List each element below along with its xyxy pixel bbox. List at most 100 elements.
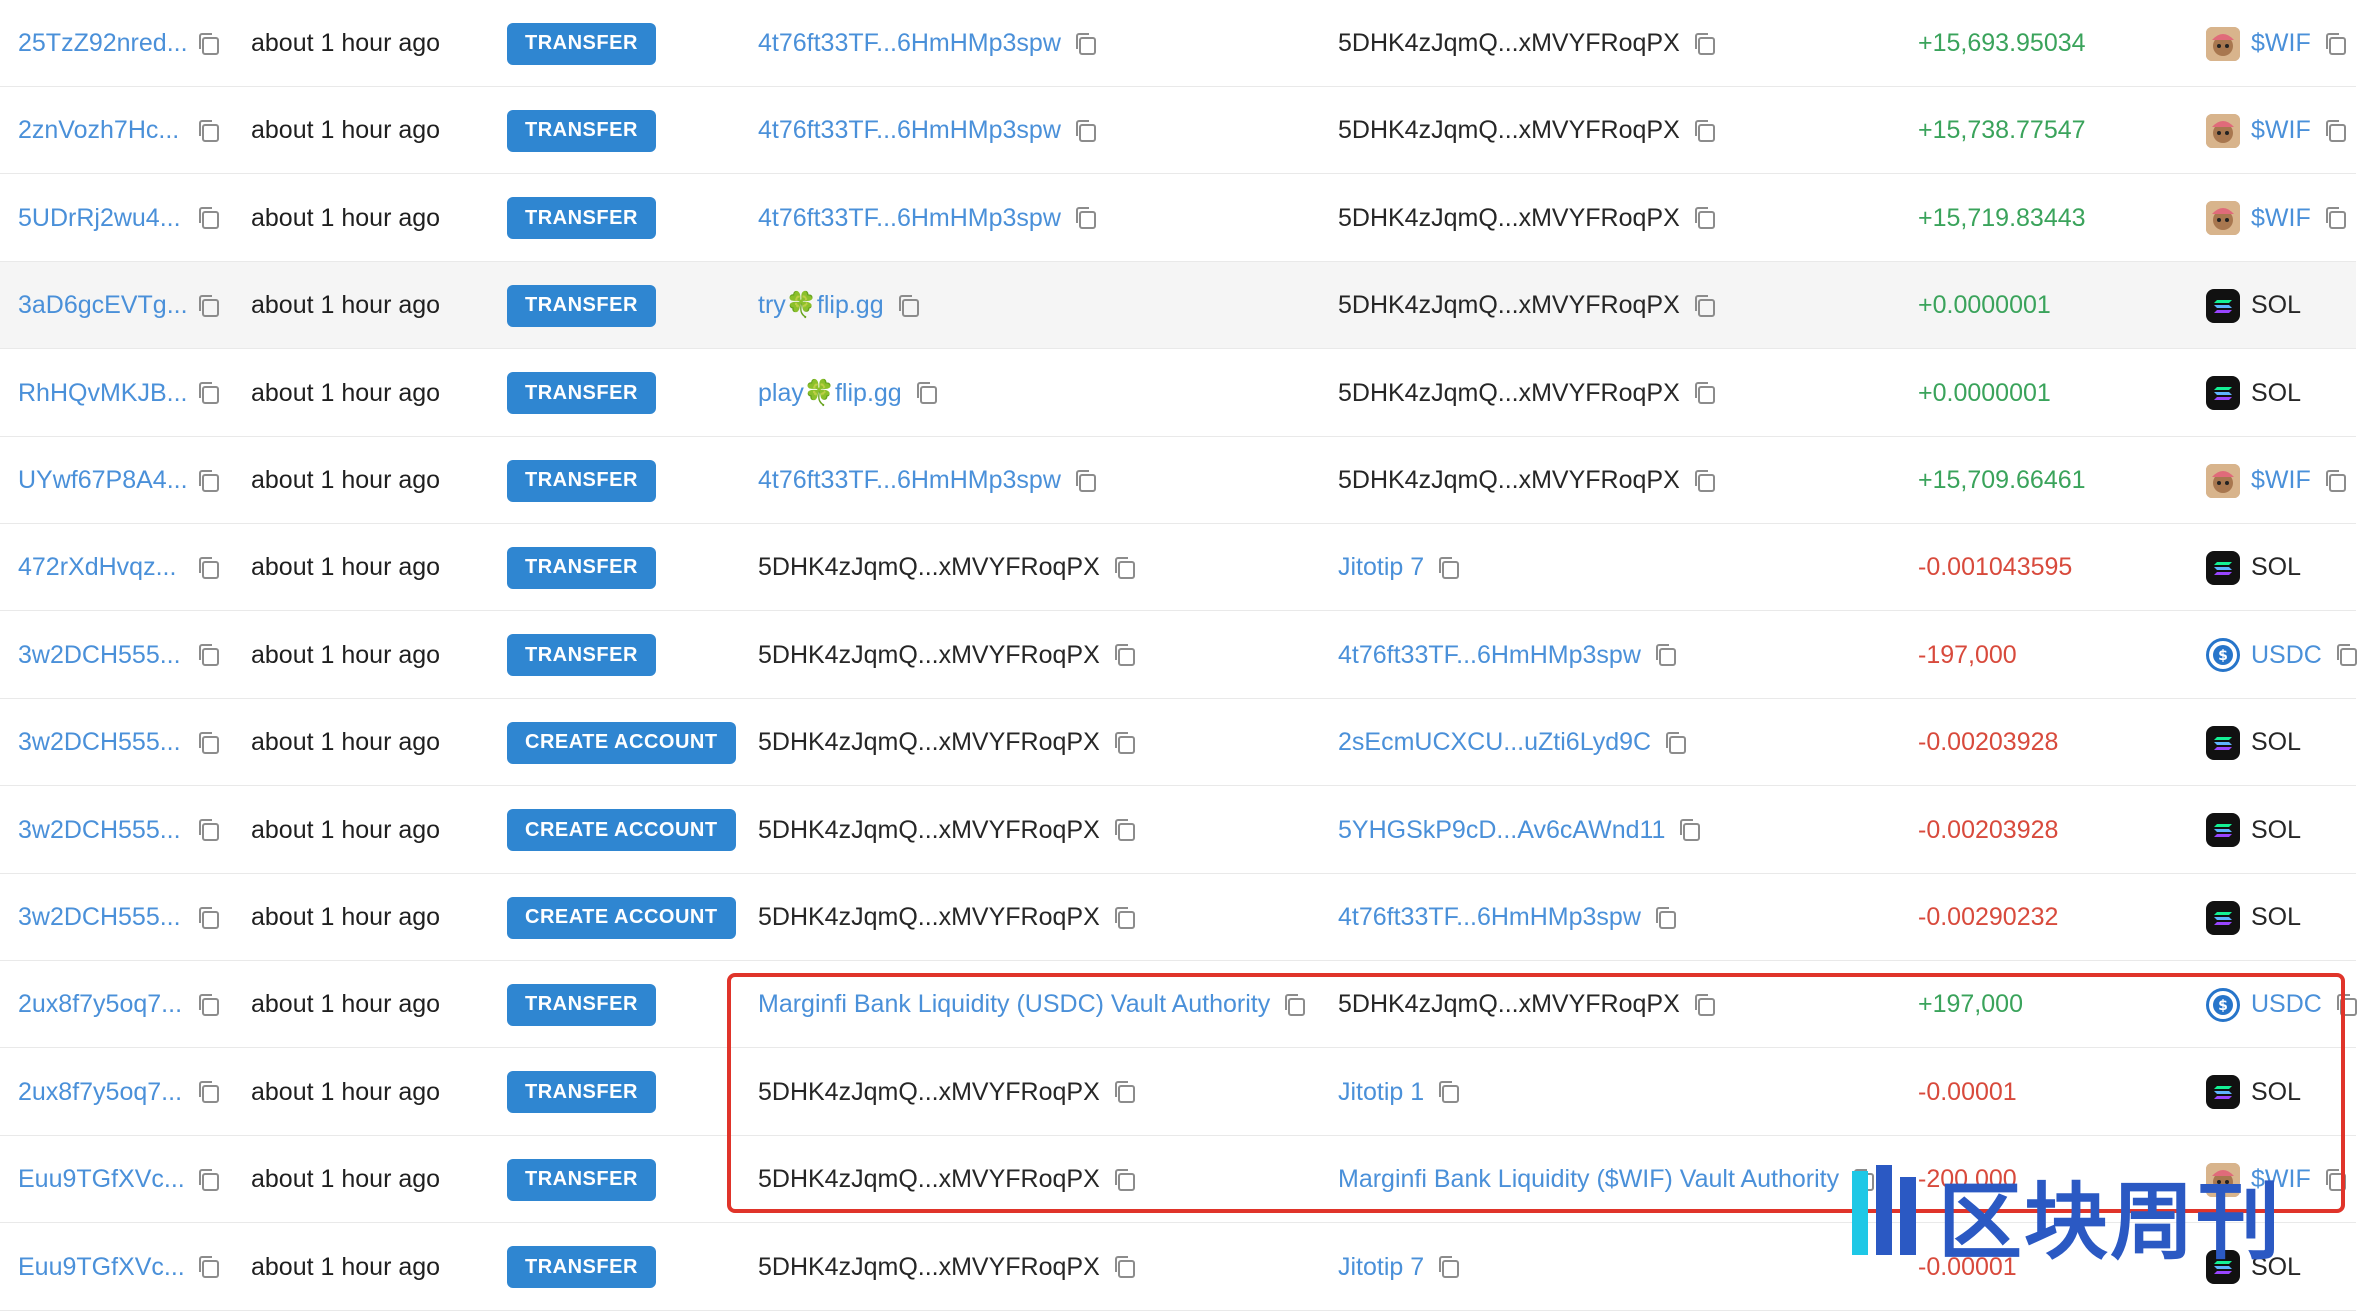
- copy-icon[interactable]: [1663, 730, 1689, 756]
- copy-icon[interactable]: [1653, 905, 1679, 931]
- signature-link[interactable]: 3w2DCH555...: [18, 903, 181, 932]
- copy-icon[interactable]: [196, 730, 222, 756]
- copy-icon[interactable]: [196, 555, 222, 581]
- from-address-link[interactable]: 4t76ft33TF...6HmHMp3spw: [758, 29, 1061, 58]
- usdc-icon: $: [2206, 638, 2240, 673]
- copy-icon[interactable]: [1692, 468, 1718, 494]
- copy-icon[interactable]: [196, 817, 222, 843]
- amount-text: -0.00290232: [1918, 903, 2059, 931]
- from-address-text: 5DHK4zJqmQ...xMVYFRoqPX: [758, 815, 1100, 844]
- from-address-link[interactable]: play🍀flip.gg: [758, 379, 902, 408]
- copy-icon[interactable]: [1436, 1254, 1462, 1280]
- copy-icon[interactable]: [196, 1167, 222, 1193]
- copy-icon[interactable]: [1112, 1254, 1138, 1280]
- type-badge: CREATE ACCOUNT: [507, 896, 736, 939]
- copy-icon[interactable]: [1692, 205, 1718, 231]
- from-address-link[interactable]: 4t76ft33TF...6HmHMp3spw: [758, 466, 1061, 495]
- signature-link[interactable]: RhHQvMKJB...: [18, 379, 187, 408]
- amount-text: +15,719.83443: [1918, 203, 2086, 232]
- signature-link[interactable]: 3w2DCH555...: [18, 816, 181, 845]
- copy-icon[interactable]: [1073, 118, 1099, 144]
- signature-link[interactable]: Euu9TGfXVc...: [18, 1165, 185, 1194]
- sol-icon: [2206, 376, 2240, 411]
- watermark: 区块周刊: [1850, 1160, 2282, 1271]
- time-text: about 1 hour ago: [251, 903, 441, 931]
- copy-icon[interactable]: [1073, 205, 1099, 231]
- copy-icon[interactable]: [2323, 205, 2349, 231]
- copy-icon[interactable]: [196, 1254, 222, 1280]
- to-address-link[interactable]: 2sEcmUCXCU...uZti6Lyd9C: [1338, 728, 1651, 757]
- token-label[interactable]: $WIF: [2251, 29, 2311, 58]
- type-badge: CREATE ACCOUNT: [507, 721, 736, 764]
- type-badge: TRANSFER: [507, 634, 656, 677]
- sol-icon: [2206, 813, 2240, 848]
- copy-icon[interactable]: [1112, 642, 1138, 668]
- copy-icon[interactable]: [1073, 31, 1099, 57]
- from-address-text: 5DHK4zJqmQ...xMVYFRoqPX: [758, 903, 1100, 931]
- table-row: 3w2DCH555... about 1 hour ago CREATE ACCOU…: [0, 874, 2356, 961]
- copy-icon[interactable]: [196, 118, 222, 144]
- time-text: about 1 hour ago: [251, 815, 441, 844]
- copy-icon[interactable]: [2323, 468, 2349, 494]
- signature-link[interactable]: 3aD6gcEVTg...: [18, 291, 188, 320]
- signature-link[interactable]: 2ux8f7y5oq7...: [18, 1078, 182, 1107]
- token-label[interactable]: $WIF: [2251, 466, 2311, 495]
- signature-link[interactable]: 3w2DCH555...: [18, 728, 181, 757]
- to-address-link[interactable]: 4t76ft33TF...6HmHMp3spw: [1338, 641, 1641, 670]
- token-label[interactable]: $WIF: [2251, 204, 2311, 233]
- copy-icon[interactable]: [196, 380, 222, 406]
- copy-icon[interactable]: [196, 205, 222, 231]
- to-address-link[interactable]: Jitotip 7: [1338, 1253, 1424, 1282]
- to-address-text: 5DHK4zJqmQ...xMVYFRoqPX: [1338, 466, 1680, 494]
- copy-icon[interactable]: [1073, 468, 1099, 494]
- signature-link[interactable]: 3w2DCH555...: [18, 641, 181, 670]
- copy-icon[interactable]: [1692, 380, 1718, 406]
- type-badge: CREATE ACCOUNT: [507, 809, 736, 852]
- copy-icon[interactable]: [1692, 118, 1718, 144]
- copy-icon[interactable]: [196, 293, 222, 319]
- table-row: 25TzZ92nred... about 1 hour ago TRANSFER 4t…: [0, 0, 2356, 87]
- copy-icon[interactable]: [1436, 555, 1462, 581]
- signature-link[interactable]: 25TzZ92nred...: [18, 29, 188, 58]
- to-address-link[interactable]: 4t76ft33TF...6HmHMp3spw: [1338, 903, 1641, 932]
- from-address-text: 5DHK4zJqmQ...xMVYFRoqPX: [758, 1252, 1100, 1281]
- to-address-text: 5DHK4zJqmQ...xMVYFRoqPX: [1338, 291, 1680, 320]
- from-address-link[interactable]: 4t76ft33TF...6HmHMp3spw: [758, 116, 1061, 145]
- copy-icon[interactable]: [1112, 555, 1138, 581]
- to-address-link[interactable]: Jitotip 7: [1338, 553, 1424, 582]
- copy-icon[interactable]: [196, 992, 222, 1018]
- copy-icon[interactable]: [1112, 817, 1138, 843]
- copy-icon[interactable]: [1677, 817, 1703, 843]
- copy-icon[interactable]: [196, 905, 222, 931]
- copy-icon[interactable]: [196, 468, 222, 494]
- copy-icon[interactable]: [196, 642, 222, 668]
- type-badge: TRANSFER: [507, 1246, 656, 1289]
- copy-icon[interactable]: [1653, 642, 1679, 668]
- from-address-link[interactable]: try🍀flip.gg: [758, 291, 884, 320]
- to-address-link[interactable]: 5YHGSkP9cD...Av6cAWnd11: [1338, 816, 1665, 845]
- token-label[interactable]: USDC: [2251, 641, 2322, 670]
- signature-link[interactable]: 2ux8f7y5oq7...: [18, 990, 182, 1019]
- copy-icon[interactable]: [1112, 905, 1138, 931]
- signature-link[interactable]: 2znVozh7Hc...: [18, 116, 179, 145]
- signature-link[interactable]: Euu9TGfXVc...: [18, 1253, 185, 1282]
- time-text: about 1 hour ago: [251, 203, 441, 232]
- copy-icon[interactable]: [1692, 293, 1718, 319]
- copy-icon[interactable]: [2323, 31, 2349, 57]
- signature-link[interactable]: UYwf67P8A4...: [18, 466, 188, 495]
- copy-icon[interactable]: [896, 293, 922, 319]
- copy-icon[interactable]: [196, 31, 222, 57]
- copy-icon[interactable]: [1692, 31, 1718, 57]
- table-row: 5UDrRj2wu4... about 1 hour ago TRANSFER 4t7…: [0, 174, 2356, 262]
- copy-icon[interactable]: [2334, 642, 2360, 668]
- copy-icon[interactable]: [1112, 730, 1138, 756]
- signature-link[interactable]: 5UDrRj2wu4...: [18, 204, 181, 233]
- type-badge: TRANSFER: [507, 372, 656, 415]
- from-address-link[interactable]: 4t76ft33TF...6HmHMp3spw: [758, 204, 1061, 233]
- copy-icon[interactable]: [196, 1079, 222, 1105]
- signature-link[interactable]: 472rXdHvqz...: [18, 553, 176, 582]
- token-label[interactable]: $WIF: [2251, 116, 2311, 145]
- time-text: about 1 hour ago: [251, 291, 441, 320]
- copy-icon[interactable]: [914, 380, 940, 406]
- copy-icon[interactable]: [2323, 118, 2349, 144]
